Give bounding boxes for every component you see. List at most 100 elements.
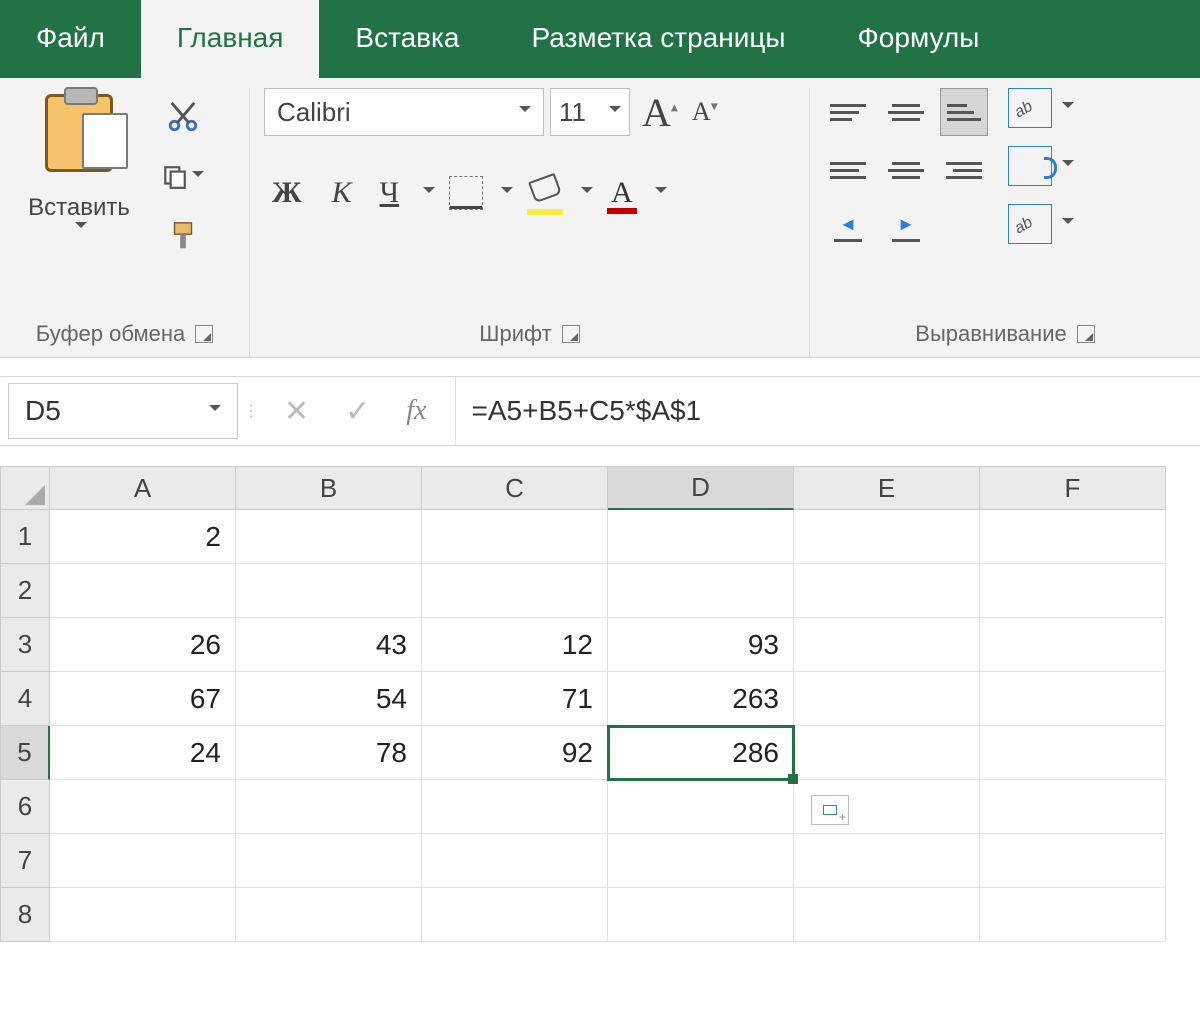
row-header-1[interactable]: 1: [0, 510, 50, 564]
cell-E2[interactable]: [794, 564, 980, 618]
tab-formulas[interactable]: Формулы: [822, 0, 1016, 78]
format-painter-button[interactable]: [162, 216, 204, 258]
cell-C6[interactable]: [422, 780, 608, 834]
cell-B5[interactable]: 78: [236, 726, 422, 780]
cell-B7[interactable]: [236, 834, 422, 888]
chevron-down-icon[interactable]: [655, 187, 667, 199]
cell-F8[interactable]: [980, 888, 1166, 942]
column-header-D[interactable]: D: [608, 466, 794, 510]
cell-C4[interactable]: 71: [422, 672, 608, 726]
tab-page-layout[interactable]: Разметка страницы: [496, 0, 822, 78]
name-box[interactable]: D5: [8, 383, 238, 439]
underline-button[interactable]: Ч: [374, 172, 406, 214]
cut-button[interactable]: [162, 96, 204, 138]
bold-button[interactable]: Ж: [264, 172, 310, 214]
column-header-E[interactable]: E: [794, 466, 980, 510]
cell-C8[interactable]: [422, 888, 608, 942]
cell-C3[interactable]: 12: [422, 618, 608, 672]
increase-font-button[interactable]: A▴: [636, 89, 684, 136]
italic-button[interactable]: К: [324, 172, 360, 214]
decrease-indent-button[interactable]: ◄: [824, 204, 872, 252]
row-header-4[interactable]: 4: [0, 672, 50, 726]
column-header-C[interactable]: C: [422, 466, 608, 510]
cell-D3[interactable]: 93: [608, 618, 794, 672]
chevron-down-icon[interactable]: [1062, 102, 1074, 114]
align-center-button[interactable]: [882, 146, 930, 194]
cell-D5[interactable]: 286+: [608, 726, 794, 780]
cell-B4[interactable]: 54: [236, 672, 422, 726]
cell-E4[interactable]: [794, 672, 980, 726]
cell-F2[interactable]: [980, 564, 1166, 618]
cell-D6[interactable]: [608, 780, 794, 834]
cell-E3[interactable]: [794, 618, 980, 672]
dialog-launcher-icon[interactable]: [195, 325, 213, 343]
cell-A4[interactable]: 67: [50, 672, 236, 726]
cell-E1[interactable]: [794, 510, 980, 564]
cell-F1[interactable]: [980, 510, 1166, 564]
chevron-down-icon[interactable]: [501, 187, 513, 199]
cell-A1[interactable]: 2: [50, 510, 236, 564]
cell-C1[interactable]: [422, 510, 608, 564]
fx-button[interactable]: fx: [406, 395, 426, 427]
orientation-button[interactable]: ab: [1008, 88, 1052, 128]
cell-A5[interactable]: 24: [50, 726, 236, 780]
cell-F3[interactable]: [980, 618, 1166, 672]
cell-D8[interactable]: [608, 888, 794, 942]
cell-E8[interactable]: [794, 888, 980, 942]
cell-F4[interactable]: [980, 672, 1166, 726]
cell-A6[interactable]: [50, 780, 236, 834]
font-name-combo[interactable]: Calibri: [264, 88, 544, 136]
chevron-down-icon[interactable]: [1062, 160, 1074, 172]
align-left-button[interactable]: [824, 146, 872, 194]
align-middle-button[interactable]: [882, 88, 930, 136]
row-header-6[interactable]: 6: [0, 780, 50, 834]
cell-B3[interactable]: 43: [236, 618, 422, 672]
column-header-B[interactable]: B: [236, 466, 422, 510]
cell-A7[interactable]: [50, 834, 236, 888]
cell-E5[interactable]: [794, 726, 980, 780]
font-size-combo[interactable]: 11: [550, 88, 630, 136]
cell-C2[interactable]: [422, 564, 608, 618]
cell-F5[interactable]: [980, 726, 1166, 780]
dialog-launcher-icon[interactable]: [562, 325, 580, 343]
row-header-7[interactable]: 7: [0, 834, 50, 888]
tab-file[interactable]: Файл: [0, 0, 141, 78]
increase-indent-button[interactable]: ►: [882, 204, 930, 252]
select-all-corner[interactable]: [0, 466, 50, 510]
row-header-5[interactable]: 5: [0, 726, 50, 780]
cell-C5[interactable]: 92: [422, 726, 608, 780]
cell-B1[interactable]: [236, 510, 422, 564]
row-header-8[interactable]: 8: [0, 888, 50, 942]
wrap-text-button[interactable]: [1008, 146, 1052, 186]
row-header-2[interactable]: 2: [0, 564, 50, 618]
cell-C7[interactable]: [422, 834, 608, 888]
tab-home[interactable]: Главная: [141, 0, 320, 78]
cell-D4[interactable]: 263: [608, 672, 794, 726]
align-bottom-button[interactable]: [940, 88, 988, 136]
align-right-button[interactable]: [940, 146, 988, 194]
borders-button[interactable]: [449, 176, 483, 210]
cell-B6[interactable]: [236, 780, 422, 834]
cell-A8[interactable]: [50, 888, 236, 942]
decrease-font-button[interactable]: A▾: [686, 97, 724, 127]
row-header-3[interactable]: 3: [0, 618, 50, 672]
formula-input[interactable]: =A5+B5+C5*$A$1: [455, 377, 1200, 445]
cell-B8[interactable]: [236, 888, 422, 942]
copy-button[interactable]: [162, 156, 204, 198]
cell-F6[interactable]: [980, 780, 1166, 834]
font-color-button[interactable]: A: [607, 176, 637, 210]
autofill-options-button[interactable]: +: [811, 795, 849, 825]
tab-insert[interactable]: Вставка: [319, 0, 495, 78]
column-header-A[interactable]: A: [50, 466, 236, 510]
paste-button[interactable]: Вставить: [14, 88, 144, 234]
cell-D1[interactable]: [608, 510, 794, 564]
fill-color-button[interactable]: [527, 175, 563, 211]
chevron-down-icon[interactable]: [423, 187, 435, 199]
column-header-F[interactable]: F: [980, 466, 1166, 510]
cancel-formula-button[interactable]: ✕: [284, 394, 309, 429]
cell-A2[interactable]: [50, 564, 236, 618]
cell-D2[interactable]: [608, 564, 794, 618]
merge-button[interactable]: ab: [1008, 204, 1052, 244]
cell-E7[interactable]: [794, 834, 980, 888]
cell-B2[interactable]: [236, 564, 422, 618]
